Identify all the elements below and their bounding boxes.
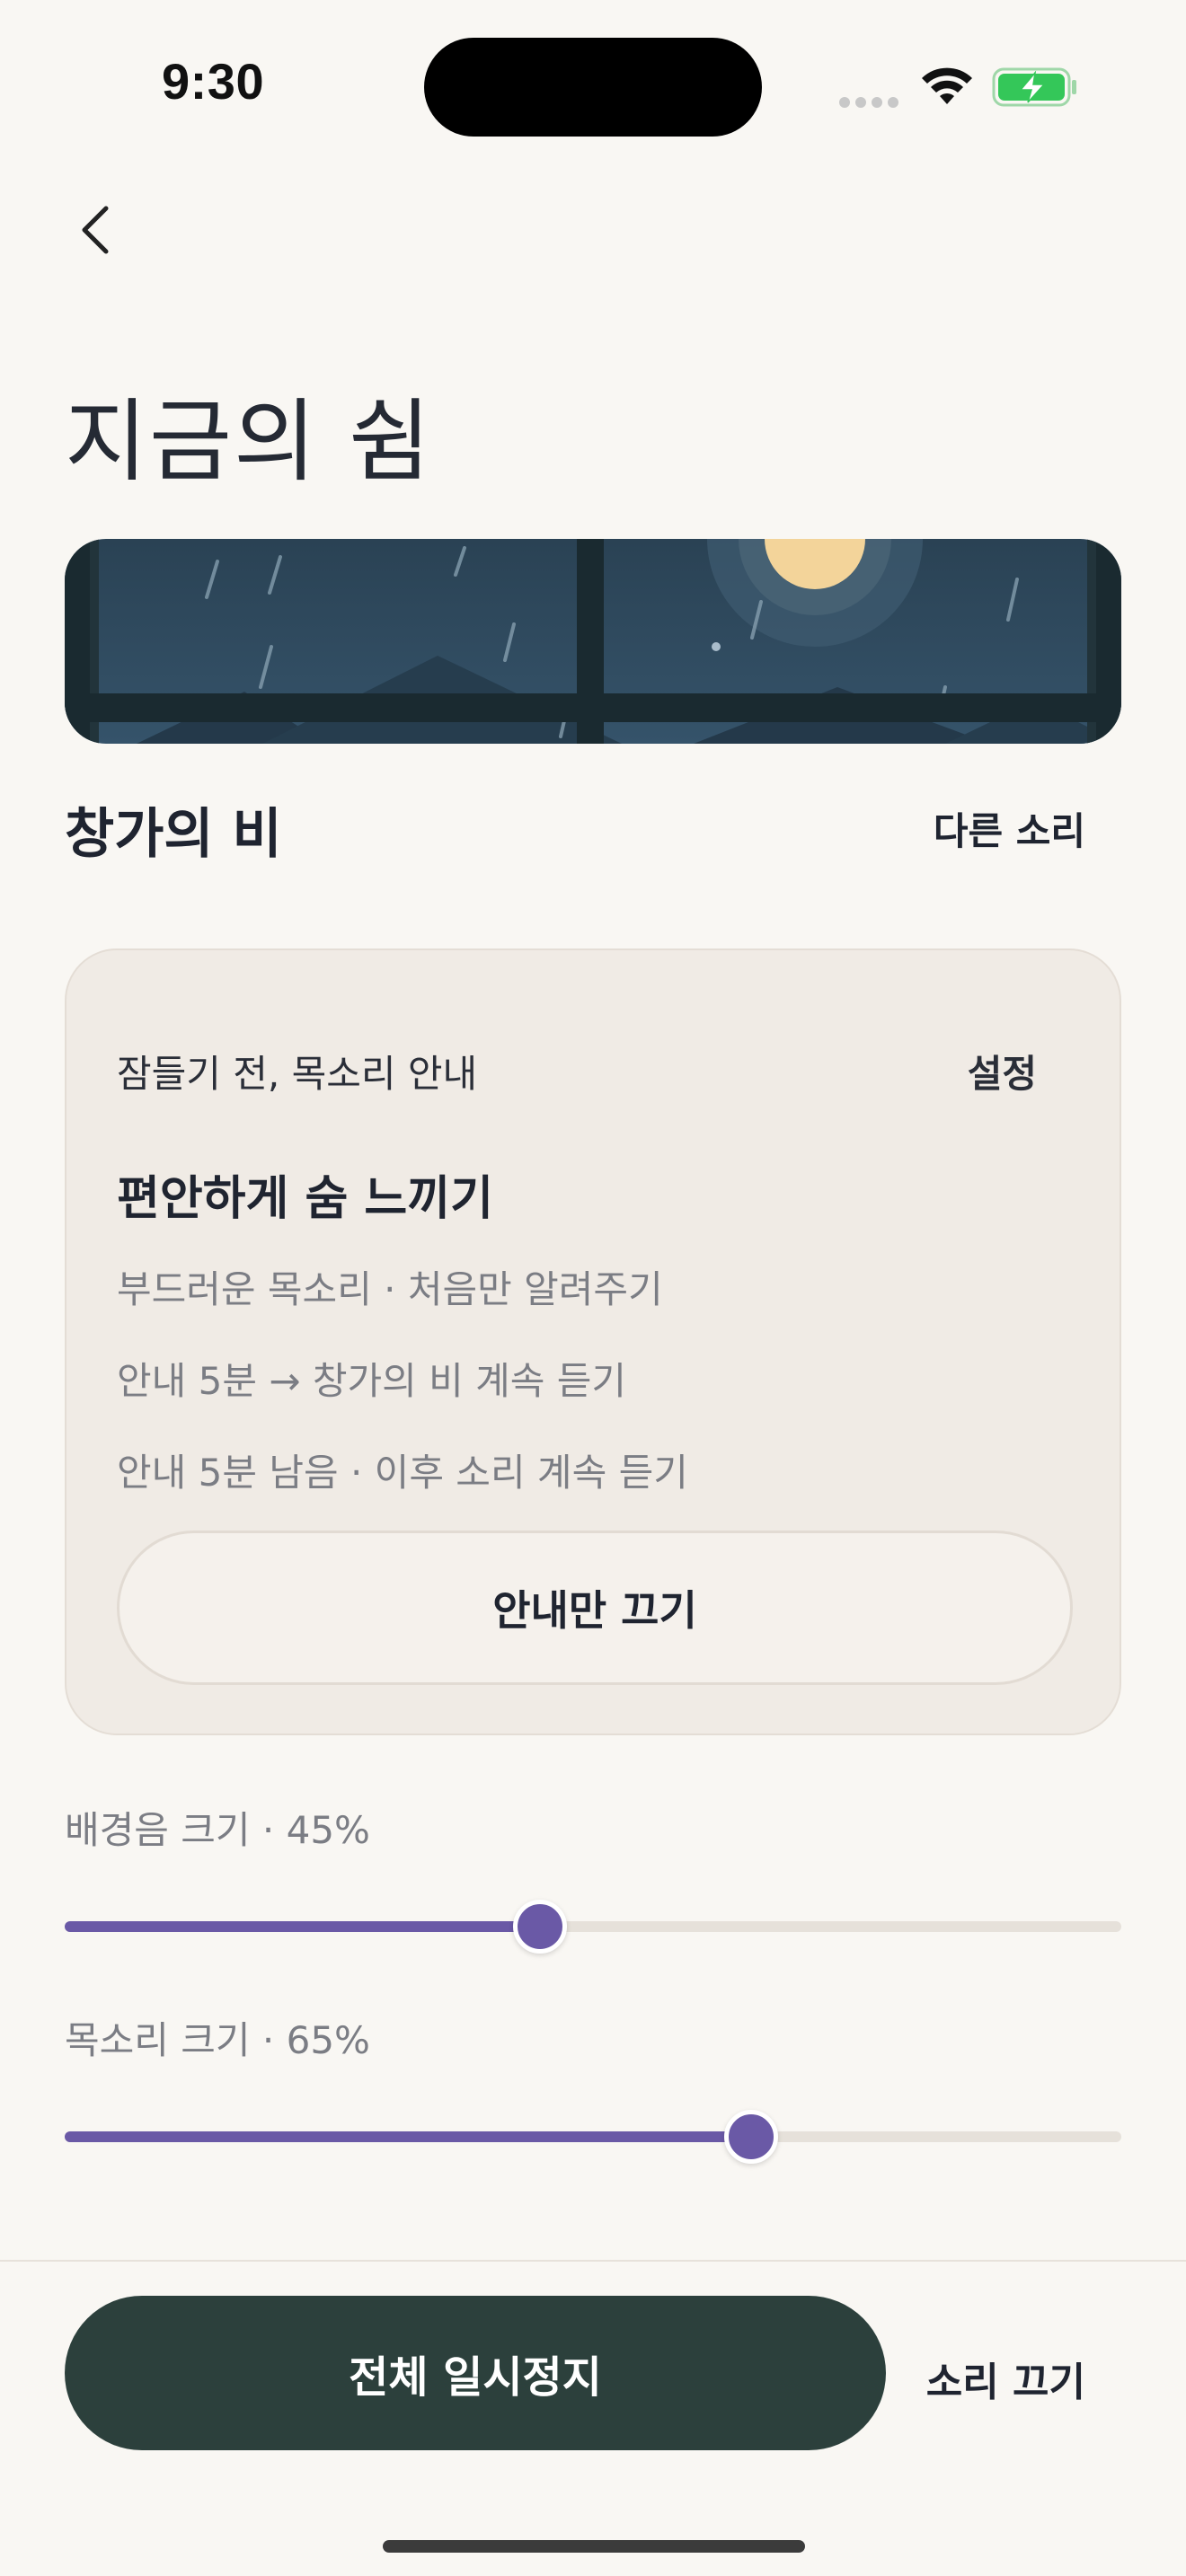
slider-fill <box>65 1921 541 1932</box>
guide-remaining-time: 안내 5분 남음 · 이후 소리 계속 듣기 <box>117 1451 688 1495</box>
other-sound-button[interactable]: 다른 소리 <box>934 801 1085 856</box>
background-volume-label: 배경음 크기 · 45% <box>65 1808 370 1852</box>
wifi-icon <box>922 67 972 104</box>
guide-program-title: 편안하게 숨 느끼기 <box>117 1172 493 1226</box>
voice-volume-slider[interactable] <box>65 2107 1121 2165</box>
page-title: 지금의 쉼 <box>65 389 433 494</box>
guide-voice-option: 부드러운 목소리 · 처음만 알려주기 <box>117 1267 663 1311</box>
status-time: 9:30 <box>162 53 265 110</box>
pause-all-button[interactable]: 전체 일시정지 <box>65 2296 886 2450</box>
slider-thumb[interactable] <box>724 2110 779 2164</box>
back-button[interactable] <box>65 198 129 262</box>
cellular-signal-icon <box>839 94 904 111</box>
voice-volume-label: 목소리 크기 · 65% <box>65 2018 370 2062</box>
rainy-window-banner <box>65 539 1121 744</box>
status-bar: 9:30 <box>0 0 1186 171</box>
slider-fill <box>65 2131 752 2142</box>
guide-heading: 잠들기 전, 목소리 안내 <box>117 1052 478 1096</box>
guide-flow-info: 안내 5분 → 창가의 비 계속 듣기 <box>117 1359 627 1403</box>
guide-off-button[interactable]: 안내만 끄기 <box>117 1531 1073 1685</box>
sound-title: 창가의 비 <box>65 803 282 866</box>
mute-button[interactable]: 소리 끄기 <box>926 2350 1085 2407</box>
guide-settings-button[interactable]: 설정 <box>968 1044 1037 1098</box>
bottom-divider <box>0 2260 1186 2262</box>
background-volume-slider[interactable] <box>65 1897 1121 1954</box>
home-indicator <box>383 2540 805 2553</box>
battery-charging-icon <box>992 67 1076 107</box>
chevron-left-icon <box>82 206 109 254</box>
voice-guide-card: 잠들기 전, 목소리 안내 설정 편안하게 숨 느끼기 부드러운 목소리 · 처… <box>65 948 1121 1735</box>
dynamic-island <box>424 38 762 137</box>
slider-thumb[interactable] <box>513 1900 568 1954</box>
